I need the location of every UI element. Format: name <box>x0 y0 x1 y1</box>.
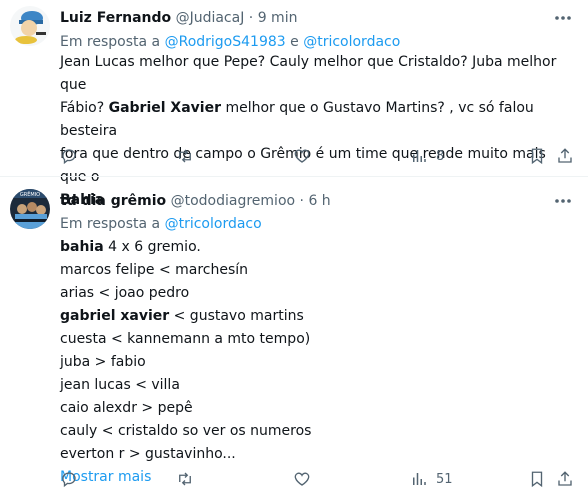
more-options-button[interactable] <box>552 9 574 27</box>
more-icon <box>555 199 571 203</box>
text-line: cauly < cristaldo so ver os numeros <box>60 423 312 439</box>
reply-button[interactable] <box>60 146 78 166</box>
reply-icon <box>62 472 76 488</box>
tweet-2-actions: 51 <box>60 469 582 489</box>
tweet-2-header: td dia grêmio @tododiagremioo · 6 h <box>60 192 331 210</box>
more-icon <box>555 16 571 20</box>
bookmark-button[interactable] <box>528 469 546 489</box>
retweet-button[interactable] <box>176 469 194 489</box>
text-line: everton r > gustavinho... <box>60 446 236 462</box>
share-icon <box>558 471 572 486</box>
tweet-1-actions: 8 <box>60 146 582 166</box>
share-button[interactable] <box>556 146 574 166</box>
views-button[interactable]: 8 <box>410 146 444 166</box>
separator-dot: · <box>248 10 254 26</box>
like-icon <box>294 149 310 163</box>
mention-link[interactable]: @tricolordaco <box>165 216 262 232</box>
text-line: jean lucas < villa <box>60 377 180 393</box>
mention-link[interactable]: @tricolordaco <box>303 34 400 50</box>
like-button[interactable] <box>293 146 311 166</box>
text-line: marcos felipe < marchesín <box>60 262 249 278</box>
views-count: 51 <box>436 471 453 487</box>
text-line: gabriel xavier < gustavo martins <box>60 308 304 324</box>
text-line: caio alexdr > pepê <box>60 400 193 416</box>
views-count: 8 <box>436 148 445 164</box>
timestamp[interactable]: 9 min <box>258 10 298 26</box>
reply-prefix: Em resposta a <box>60 34 161 50</box>
avatar[interactable]: GRÊMIO <box>10 189 50 229</box>
bookmark-icon <box>531 471 543 488</box>
avatar-image-icon: GRÊMIO <box>10 189 50 229</box>
reply-join: e <box>290 34 299 50</box>
reply-icon <box>62 149 76 165</box>
text-line: Fábio? Gabriel Xavier melhor que o Gusta… <box>60 100 534 139</box>
like-button[interactable] <box>293 469 311 489</box>
mention-link[interactable]: @RodrigoS41983 <box>165 34 286 50</box>
text-line: Jean Lucas melhor que Pepe? Cauly melhor… <box>60 54 557 93</box>
separator-dot: · <box>299 193 304 209</box>
bookmark-button[interactable] <box>528 146 546 166</box>
display-name[interactable]: Luiz Fernando <box>60 10 171 26</box>
avatar[interactable] <box>10 6 50 46</box>
retweet-icon <box>179 472 191 486</box>
tweet-1-header: Luiz Fernando @JudiacaJ · 9 min <box>60 9 297 27</box>
display-name[interactable]: td dia grêmio <box>60 193 166 209</box>
reply-context: Em resposta a @tricolordaco <box>60 215 262 233</box>
reply-prefix: Em resposta a <box>60 216 161 232</box>
text-line: arias < joao pedro <box>60 285 190 301</box>
text-line: juba > fabio <box>60 354 146 370</box>
user-handle[interactable]: @JudiacaJ <box>176 10 245 26</box>
text-line: cuesta < kannemann a mto tempo) <box>60 331 311 347</box>
views-icon <box>413 150 426 162</box>
avatar-image-icon <box>10 6 50 46</box>
timestamp[interactable]: 6 h <box>308 193 330 209</box>
bookmark-icon <box>531 148 543 165</box>
views-button[interactable]: 51 <box>410 469 453 489</box>
share-icon <box>558 148 572 163</box>
text-line: bahia 4 x 6 gremio. <box>60 239 201 255</box>
retweet-button[interactable] <box>176 146 194 166</box>
like-icon <box>294 472 310 486</box>
user-handle[interactable]: @tododiagremioo <box>171 193 295 209</box>
more-options-button[interactable] <box>552 192 574 210</box>
reply-context: Em resposta a @RodrigoS41983 e @tricolor… <box>60 33 400 51</box>
views-icon <box>413 473 426 485</box>
tweet-2-text: bahia 4 x 6 gremio. marcos felipe < marc… <box>60 236 570 489</box>
retweet-icon <box>179 149 191 163</box>
reply-button[interactable] <box>60 469 78 489</box>
svg-text:GRÊMIO: GRÊMIO <box>20 190 40 198</box>
share-button[interactable] <box>556 469 574 489</box>
